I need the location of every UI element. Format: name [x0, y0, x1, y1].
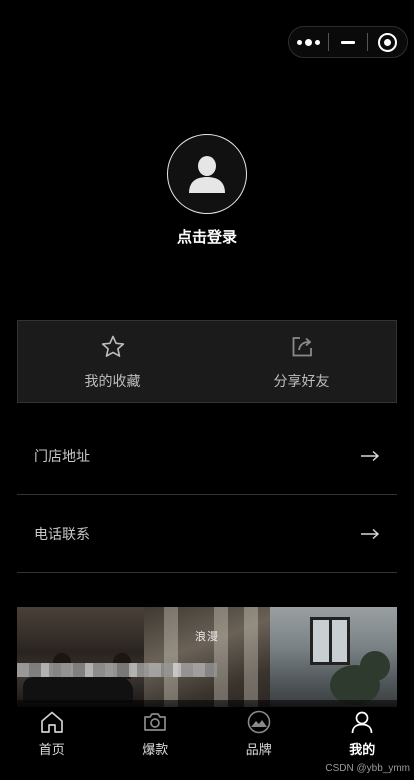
minus-icon	[341, 40, 355, 44]
store-address-label: 门店地址	[34, 448, 90, 465]
tab-home-label: 首页	[38, 743, 65, 758]
close-miniprogram-button[interactable]	[368, 27, 407, 57]
tab-home[interactable]: 首页	[0, 700, 104, 780]
arrow-right-icon	[361, 528, 380, 539]
blurred-text-overlay	[17, 663, 217, 677]
banner-image-window	[270, 607, 397, 707]
banner-image-interior: 浪漫	[143, 607, 271, 707]
avatar[interactable]	[167, 134, 247, 214]
tab-brand-label: 品牌	[245, 743, 272, 758]
arrow-right-icon	[361, 450, 380, 461]
tab-hot-label: 爆款	[142, 743, 169, 758]
image-icon	[247, 710, 271, 734]
tab-hot[interactable]: 爆款	[104, 700, 208, 780]
phone-contact-label: 电话联系	[34, 526, 90, 543]
store-address-row[interactable]: 门店地址	[17, 417, 397, 495]
banner-caption: 浪漫	[195, 630, 219, 643]
action-panel: 我的收藏 分享好友	[17, 320, 397, 403]
favorites-label: 我的收藏	[84, 373, 141, 390]
phone-contact-row[interactable]: 电话联系	[17, 495, 397, 573]
more-dots-icon	[296, 38, 320, 46]
more-button[interactable]	[289, 27, 328, 57]
banner-image-storefront	[17, 607, 144, 707]
share-label: 分享好友	[273, 373, 330, 390]
camera-icon	[144, 713, 167, 731]
target-icon	[378, 32, 398, 52]
watermark: CSDN @ybb_ymm	[325, 763, 410, 774]
tab-brand[interactable]: 品牌	[207, 700, 311, 780]
store-banner[interactable]: 浪漫	[17, 607, 397, 707]
user-silhouette-icon	[189, 156, 225, 193]
tab-mine-label: 我的	[349, 743, 376, 758]
home-icon	[40, 711, 63, 733]
user-icon	[351, 711, 373, 734]
share-icon	[289, 333, 315, 361]
favorites-button[interactable]: 我的收藏	[18, 321, 207, 402]
miniprogram-capsule	[288, 26, 408, 58]
login-link[interactable]: 点击登录	[0, 226, 414, 247]
star-icon	[100, 333, 126, 361]
minimize-button[interactable]	[329, 27, 368, 57]
share-button[interactable]: 分享好友	[207, 321, 396, 402]
